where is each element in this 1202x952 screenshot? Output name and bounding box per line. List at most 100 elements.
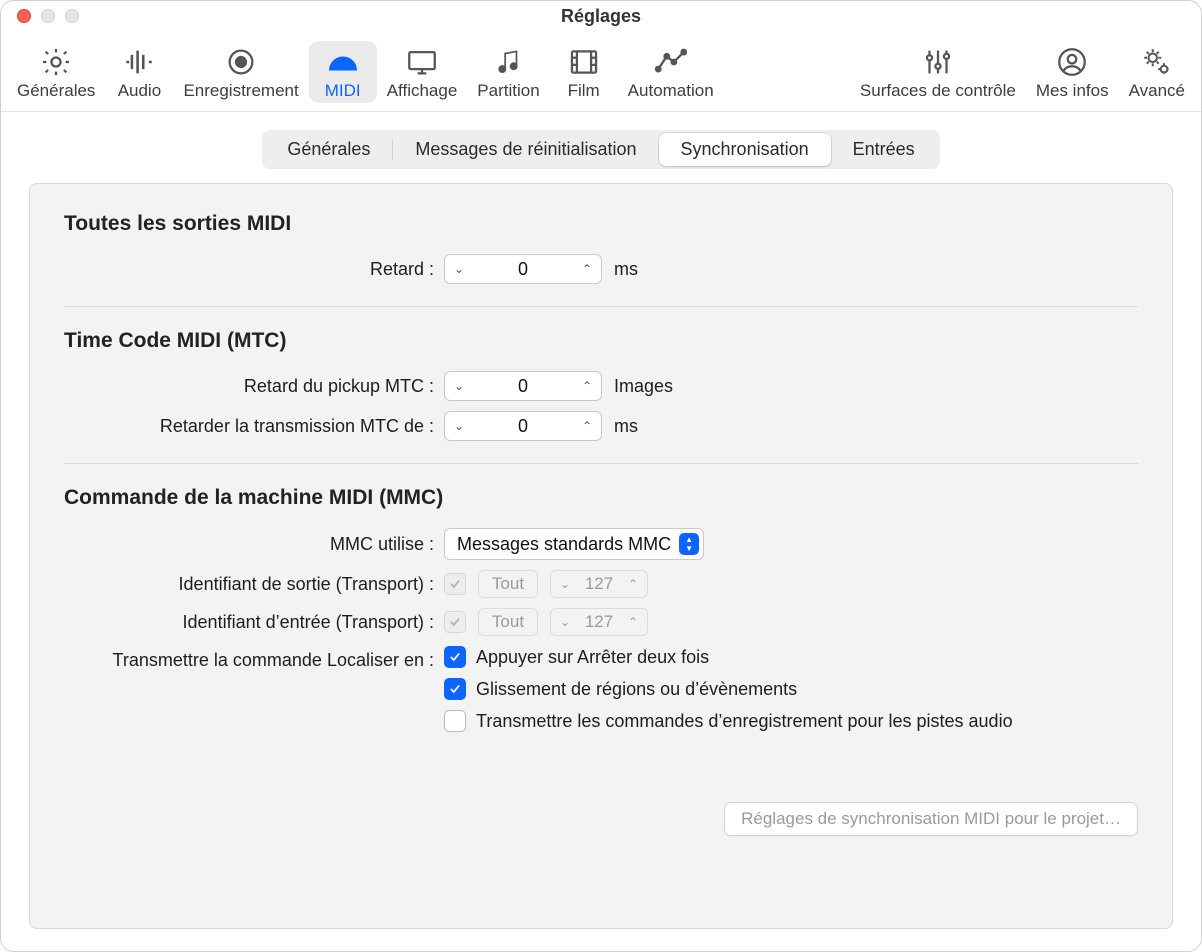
sync-panel: Toutes les sorties MIDI Retard : ⌄ 0 ⌃ m… (29, 183, 1173, 929)
label-out-id-all: Tout (478, 570, 538, 598)
label-locate-opt1: Appuyer sur Arrêter deux fois (476, 647, 709, 668)
automation-curve-icon (654, 45, 688, 79)
chevron-up-icon: ⌃ (619, 571, 647, 597)
value-mtc-pickup: 0 (473, 376, 573, 397)
stepper-midi-out-delay[interactable]: ⌄ 0 ⌃ (444, 254, 602, 284)
user-circle-icon (1055, 45, 1089, 79)
value-midi-out-delay: 0 (473, 259, 573, 280)
chevron-up-icon[interactable]: ⌃ (573, 255, 601, 283)
stepper-mtc-tx[interactable]: ⌄ 0 ⌃ (444, 411, 602, 441)
label-mmc-uses: MMC utilise : (64, 534, 444, 555)
stepper-mtc-pickup[interactable]: ⌄ 0 ⌃ (444, 371, 602, 401)
chevron-up-icon[interactable]: ⌃ (573, 412, 601, 440)
row-mmc-out-id: Identifiant de sortie (Transport) : Tout… (64, 570, 1138, 598)
unit-mtc-tx: ms (614, 416, 638, 437)
zoom-window-button[interactable] (65, 9, 79, 23)
locate-opt1-row: Appuyer sur Arrêter deux fois (444, 646, 709, 668)
checkbox-transmit-record-audio[interactable] (444, 710, 466, 732)
label-mmc-in-id: Identifiant d’entrée (Transport) : (64, 612, 444, 633)
chevron-up-icon: ⌃ (619, 609, 647, 635)
toolbar-label: Partition (477, 81, 539, 101)
chevron-down-icon[interactable]: ⌄ (445, 255, 473, 283)
value-out-id: 127 (579, 574, 619, 594)
label-locate-opt3: Transmettre les commandes d’enregistreme… (476, 711, 1013, 732)
toolbar-item-midi[interactable]: MIDI (309, 41, 377, 103)
stepper-in-id: ⌄ 127 ⌃ (550, 608, 648, 636)
checkbox-locate-drag-regions[interactable] (444, 678, 466, 700)
film-icon (567, 45, 601, 79)
row-midi-out-delay: Retard : ⌄ 0 ⌃ ms (64, 254, 1138, 284)
section-title-midi-out: Toutes les sorties MIDI (64, 212, 1138, 236)
score-notes-icon (491, 45, 525, 79)
row-mtc-tx: Retarder la transmission MTC de : ⌄ 0 ⌃ … (64, 411, 1138, 441)
toolbar-item-surfaces[interactable]: Surfaces de contrôle (850, 41, 1026, 103)
checkbox-locate-stop-twice[interactable] (444, 646, 466, 668)
gear-icon (39, 45, 73, 79)
toolbar-item-avance[interactable]: Avancé (1119, 41, 1195, 103)
divider (64, 306, 1138, 307)
toolbar-item-film[interactable]: Film (550, 41, 618, 103)
toolbar-item-audio[interactable]: Audio (105, 41, 173, 103)
label-mmc-out-id: Identifiant de sortie (Transport) : (64, 574, 444, 595)
unit-mtc-pickup: Images (614, 376, 673, 397)
locate-opt2-row: Glissement de régions ou d’évènements (444, 678, 797, 700)
locate-opt3-row: Transmettre les commandes d’enregistreme… (444, 710, 1013, 732)
popup-mmc-uses[interactable]: Messages standards MMC ▲▼ (444, 528, 704, 560)
toolbar-item-generales[interactable]: Générales (7, 41, 105, 103)
chevron-down-icon[interactable]: ⌄ (445, 412, 473, 440)
label-mmc-locate: Transmettre la commande Localiser en : (64, 646, 444, 671)
toolbar-label: Avancé (1129, 81, 1185, 101)
toolbar-label: Audio (118, 81, 161, 101)
chevron-down-icon: ⌄ (551, 571, 579, 597)
minimize-window-button[interactable] (41, 9, 55, 23)
toolbar-label: MIDI (325, 81, 361, 101)
label-mtc-tx: Retarder la transmission MTC de : (64, 416, 444, 437)
toolbar-label: Affichage (387, 81, 458, 101)
subtab-entrees[interactable]: Entrées (831, 133, 937, 166)
project-midi-sync-settings-button[interactable]: Réglages de synchronisation MIDI pour le… (724, 802, 1138, 836)
label-in-id-all: Tout (478, 608, 538, 636)
display-icon (405, 45, 439, 79)
divider (64, 463, 1138, 464)
popup-arrows-icon: ▲▼ (679, 533, 699, 555)
close-window-button[interactable] (17, 9, 31, 23)
toolbar-item-enregistrement[interactable]: Enregistrement (173, 41, 308, 103)
checkbox-out-id-all[interactable] (444, 573, 466, 595)
midi-gauge-icon (326, 45, 360, 79)
window-controls (17, 9, 79, 23)
stepper-out-id: ⌄ 127 ⌃ (550, 570, 648, 598)
waveform-icon (122, 45, 156, 79)
toolbar-item-automation[interactable]: Automation (618, 41, 724, 103)
value-mtc-tx: 0 (473, 416, 573, 437)
toolbar-item-partition[interactable]: Partition (467, 41, 549, 103)
chevron-up-icon[interactable]: ⌃ (573, 372, 601, 400)
footer-row: Réglages de synchronisation MIDI pour le… (64, 802, 1138, 836)
toolbar-label: Enregistrement (183, 81, 298, 101)
subtab-messages-reset[interactable]: Messages de réinitialisation (393, 133, 658, 166)
midi-subtab-segmented: Générales Messages de réinitialisation S… (262, 130, 939, 169)
content-area: Générales Messages de réinitialisation S… (1, 112, 1201, 951)
checkbox-in-id-all[interactable] (444, 611, 466, 633)
toolbar-item-mesinfos[interactable]: Mes infos (1026, 41, 1119, 103)
titlebar: Réglages (1, 1, 1201, 31)
subtab-generales[interactable]: Générales (265, 133, 392, 166)
label-midi-out-delay: Retard : (64, 259, 444, 280)
window-title: Réglages (561, 6, 641, 27)
label-locate-opt2: Glissement de régions ou d’évènements (476, 679, 797, 700)
toolbar-label: Automation (628, 81, 714, 101)
preferences-toolbar: Générales Audio Enregistrement MIDI Affi… (1, 31, 1201, 112)
subtab-synchronisation[interactable]: Synchronisation (659, 133, 831, 166)
toolbar-label: Générales (17, 81, 95, 101)
value-in-id: 127 (579, 612, 619, 632)
row-mmc-uses: MMC utilise : Messages standards MMC ▲▼ (64, 528, 1138, 560)
chevron-down-icon[interactable]: ⌄ (445, 372, 473, 400)
toolbar-label: Film (568, 81, 600, 101)
toolbar-item-affichage[interactable]: Affichage (377, 41, 468, 103)
section-title-mtc: Time Code MIDI (MTC) (64, 329, 1138, 353)
gears-icon (1140, 45, 1174, 79)
popup-value: Messages standards MMC (457, 534, 671, 555)
chevron-down-icon: ⌄ (551, 609, 579, 635)
sliders-icon (921, 45, 955, 79)
section-title-mmc: Commande de la machine MIDI (MMC) (64, 486, 1138, 510)
unit-midi-out-delay: ms (614, 259, 638, 280)
